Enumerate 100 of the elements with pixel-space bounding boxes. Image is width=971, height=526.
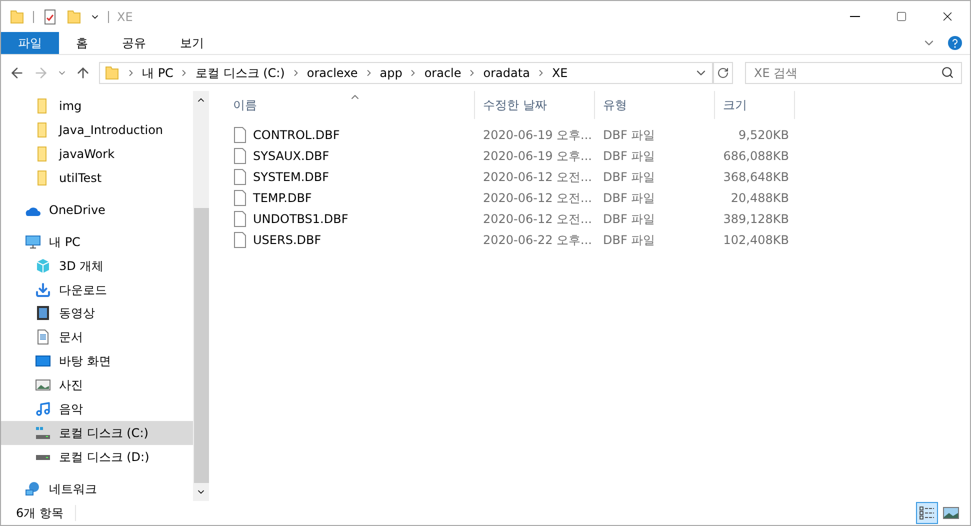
nav-label: 사진 [59, 377, 83, 394]
column-header[interactable]: 수정한 날짜 [475, 91, 595, 119]
search-field[interactable]: XE 검색 [745, 62, 962, 84]
file-name: CONTROL.DBF [253, 126, 340, 144]
nav-item[interactable]: 바탕 화면 [1, 349, 193, 374]
ribbon-tab[interactable]: 보기 [163, 32, 221, 54]
file-name: USERS.DBF [253, 232, 322, 248]
nav-item[interactable]: 사진 [1, 373, 193, 398]
file-icon [233, 148, 247, 164]
folder-icon [104, 65, 120, 81]
ribbon-tab[interactable]: 파일 [1, 32, 59, 54]
breadcrumb[interactable]: oraclexe [306, 64, 358, 82]
column-header[interactable]: 크기 [715, 91, 795, 119]
table-cell-text: DBF 파일 [602, 210, 656, 228]
search-icon[interactable] [941, 66, 954, 79]
folder-icon [9, 8, 25, 24]
nav-item[interactable]: 음악 [1, 397, 193, 422]
document-icon [35, 329, 51, 346]
nav-label: 바탕 화면 [59, 353, 111, 370]
breadcrumb[interactable]: XE [552, 64, 568, 82]
nav-item[interactable]: 3D 개체 [1, 254, 193, 278]
table-cell-text: 368,648KB [722, 168, 790, 186]
breadcrumb[interactable]: oradata [483, 64, 530, 82]
cube-icon [35, 258, 51, 274]
breadcrumb[interactable]: oracle [424, 64, 462, 82]
nav-item[interactable]: 로컬 디스크 (D:) [1, 445, 193, 470]
nav-label: utilTest [59, 170, 102, 187]
nav-label: 로컬 디스크 (C:) [59, 425, 148, 442]
table-cell-text: DBF 파일 [602, 168, 656, 186]
nav-item[interactable]: Java_Introduction [1, 118, 193, 142]
nav-label: Java_Introduction [59, 122, 164, 139]
nav-item[interactable]: 다운로드 [1, 278, 193, 302]
refresh-button[interactable] [713, 62, 733, 84]
nav-label: OneDrive [49, 202, 106, 219]
nav-item[interactable]: img [1, 94, 193, 118]
nav-label: 네트워크 [49, 481, 97, 498]
breadcrumb[interactable]: 로컬 디스크 (C:) [195, 64, 285, 82]
nav-item[interactable]: javaWork [1, 142, 193, 166]
nav-item[interactable]: OneDrive [1, 198, 193, 222]
file-name: UNDOTBS1.DBF [253, 210, 348, 228]
ribbon-tab[interactable]: 홈 [59, 32, 105, 54]
table-cell-text: DBF 파일 [602, 190, 656, 206]
scrollbar[interactable] [193, 91, 209, 501]
file-name: SYSTEM.DBF [253, 168, 330, 186]
back-icon[interactable] [9, 65, 25, 81]
nav-item[interactable]: 동영상 [1, 302, 193, 326]
nav-item[interactable]: 로컬 디스크 (C:) [1, 421, 193, 446]
desktop-icon [35, 353, 51, 370]
nav-label: 3D 개체 [59, 258, 104, 275]
table-cell-text: 9,520KB [738, 126, 790, 144]
table-cell-text: 2020-06-19 오후... [482, 126, 593, 144]
file-icon [233, 190, 247, 206]
file-icon [233, 168, 247, 184]
help-icon[interactable] [948, 36, 962, 50]
table-cell-text: 2020-06-19 오후... [482, 148, 593, 164]
column-header[interactable]: 이름 [215, 91, 475, 119]
file-name: TEMP.DBF [253, 190, 312, 206]
table-cell-text: 2020-06-22 오후... [482, 232, 593, 248]
table-cell-text: 102,408KB [722, 232, 790, 248]
table-cell-text: DBF 파일 [602, 148, 656, 164]
table-cell-text: DBF 파일 [602, 126, 656, 144]
item-count: 6개 항목 [16, 505, 64, 522]
nav-item[interactable]: 네트워크 [1, 477, 193, 501]
ribbon-tab[interactable]: 공유 [105, 32, 163, 54]
nav-item[interactable]: 문서 [1, 325, 193, 350]
breadcrumb[interactable]: app [380, 64, 402, 82]
scrollbar-thumb[interactable] [194, 208, 208, 483]
nav-label: javaWork [59, 146, 115, 163]
file-name: SYSAUX.DBF [253, 148, 330, 164]
nav-label: img [59, 98, 82, 115]
table-cell-text: DBF 파일 [602, 232, 656, 248]
checklist-icon[interactable] [42, 8, 58, 24]
nav-label: 로컬 디스크 (D:) [59, 449, 150, 466]
file-icon [233, 210, 247, 226]
nav-label: 문서 [59, 329, 83, 346]
drive-icon [35, 425, 51, 442]
nav-item[interactable]: 내 PC [1, 230, 193, 254]
address-bar[interactable]: 내 PC 로컬 디스크 (C:) oraclexe app oracle oradata XE [99, 62, 713, 84]
maximize-icon [896, 11, 906, 22]
table-cell-text: 389,128KB [722, 210, 790, 228]
nav-item[interactable]: utilTest [1, 166, 193, 190]
nav-label: 동영상 [59, 305, 95, 322]
nav-label: 다운로드 [59, 282, 107, 299]
folder-icon [66, 8, 82, 24]
monitor-icon [25, 234, 41, 250]
nav-label: 음악 [59, 401, 83, 418]
breadcrumb[interactable]: 내 PC [142, 64, 174, 82]
column-header[interactable]: 유형 [595, 91, 715, 119]
network-icon [25, 481, 41, 498]
table-cell-text: 686,088KB [722, 148, 790, 164]
music-note-icon [35, 401, 51, 418]
table-cell-text: 2020-06-12 오전... [482, 190, 593, 206]
minimize-icon [850, 16, 860, 17]
details-view-button[interactable] [916, 502, 938, 524]
table-cell-text: 2020-06-12 오전... [482, 210, 593, 228]
table-cell-text: 20,488KB [730, 190, 790, 206]
file-icon [233, 126, 247, 142]
download-icon [35, 282, 51, 298]
drive-icon [35, 454, 51, 461]
up-icon[interactable] [75, 65, 91, 81]
